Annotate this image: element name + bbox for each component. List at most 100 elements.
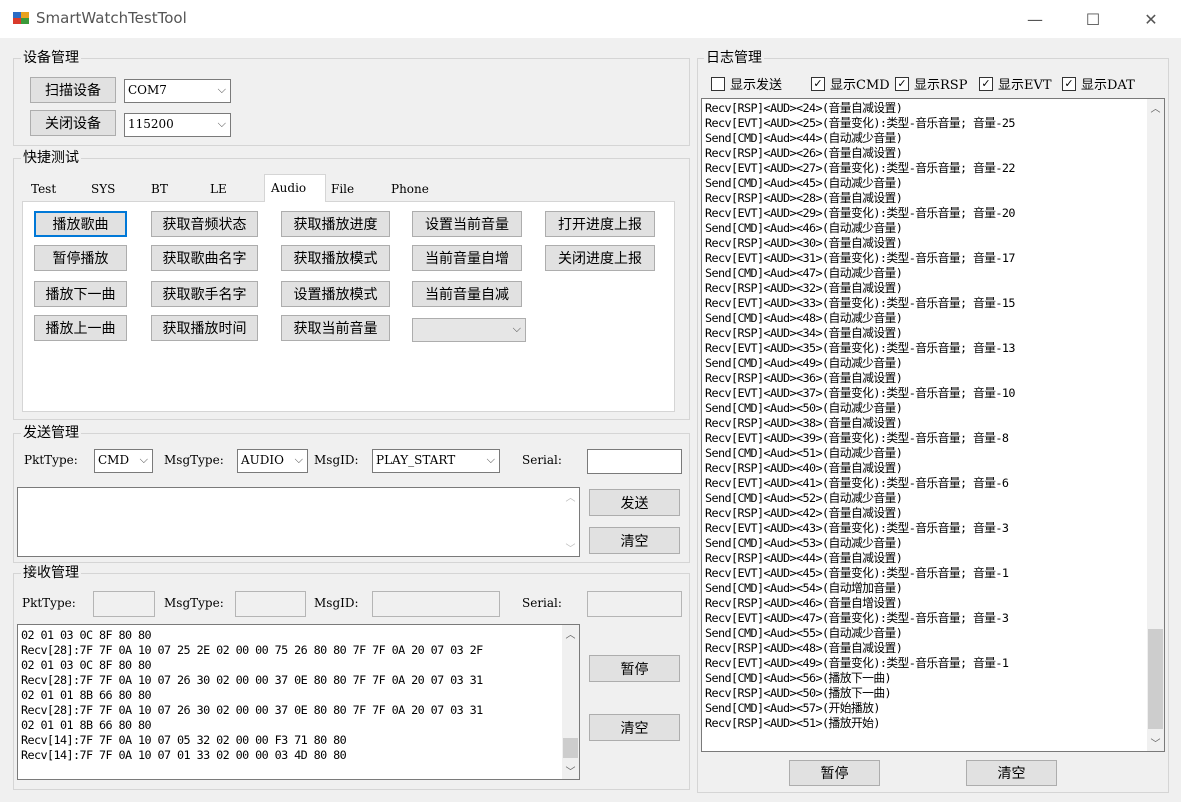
- send-button[interactable]: 发送: [589, 489, 680, 516]
- recv-msgtype-field: [235, 591, 306, 617]
- send-clear-button[interactable]: 清空: [589, 527, 680, 554]
- recv-pause-button[interactable]: 暂停: [589, 655, 680, 682]
- volume-down-button[interactable]: 当前音量自减: [412, 281, 522, 307]
- log-line: Recv[EVT]<AUD><25>(音量变化):类型-音乐音量; 音量-25: [705, 116, 1016, 130]
- tab-audio[interactable]: Audio: [264, 174, 326, 202]
- quick-test-title: 快捷测试: [21, 150, 81, 166]
- send-pkttype-label: PktType:: [24, 453, 78, 467]
- tab-le[interactable]: LE: [205, 178, 262, 201]
- set-volume-button[interactable]: 设置当前音量: [412, 211, 522, 237]
- log-line: Send[CMD]<Aud><52>(自动减少音量): [705, 491, 903, 505]
- recv-clear-button[interactable]: 清空: [589, 714, 680, 741]
- scroll-thumb[interactable]: [1148, 629, 1163, 729]
- set-play-mode-button[interactable]: 设置播放模式: [281, 281, 390, 307]
- scan-device-button[interactable]: 扫描设备: [30, 77, 116, 103]
- scroll-thumb[interactable]: [563, 738, 578, 758]
- log-line: Send[CMD]<Aud><56>(播放下一曲): [705, 671, 892, 685]
- pause-play-button[interactable]: 暂停播放: [34, 245, 127, 271]
- open-progress-report-button[interactable]: 打开进度上报: [545, 211, 655, 237]
- send-group-title: 发送管理: [21, 425, 81, 441]
- tab-bt[interactable]: BT: [146, 178, 203, 201]
- log-line: Recv[RSP]<AUD><44>(音量自减设置): [705, 551, 903, 565]
- log-line: Recv[EVT]<AUD><39>(音量变化):类型-音乐音量; 音量-8: [705, 431, 1009, 445]
- log-line: Recv[RSP]<AUD><46>(音量自增设置): [705, 596, 903, 610]
- recv-data-textarea[interactable]: 02 01 03 0C 8F 80 80 Recv[28]:7F 7F 0A 10…: [17, 624, 580, 780]
- log-line: Send[CMD]<Aud><44>(自动减少音量): [705, 131, 903, 145]
- title-bar: SmartWatchTestTool — ☐ ✕: [0, 0, 1181, 38]
- log-line: Recv[RSP]<AUD><30>(音量自减设置): [705, 236, 903, 250]
- get-current-volume-button[interactable]: 获取当前音量: [281, 315, 390, 341]
- log-group-title: 日志管理: [704, 50, 764, 66]
- close-button[interactable]: ✕: [1122, 0, 1180, 38]
- baud-select[interactable]: 115200 ⌵: [124, 113, 231, 137]
- get-play-time-button[interactable]: 获取播放时间: [151, 315, 258, 341]
- log-line: Recv[RSP]<AUD><26>(音量自减设置): [705, 146, 903, 160]
- close-progress-report-button[interactable]: 关闭进度上报: [545, 245, 655, 271]
- play-next-button[interactable]: 播放下一曲: [34, 281, 127, 307]
- check-icon: ✓: [811, 76, 825, 91]
- minimize-button[interactable]: —: [1006, 0, 1064, 38]
- volume-up-button[interactable]: 当前音量自增: [412, 245, 522, 271]
- tab-file[interactable]: File: [326, 178, 386, 201]
- play-mode-select[interactable]: ⌵: [412, 318, 526, 342]
- send-payload-textarea[interactable]: ︿ ﹀: [17, 487, 580, 557]
- log-scrollbar[interactable]: ︿ ﹀: [1147, 99, 1164, 751]
- log-line: Send[CMD]<Aud><50>(自动减少音量): [705, 401, 903, 415]
- log-textarea[interactable]: Recv[RSP]<AUD><24>(音量自减设置) Recv[EVT]<AUD>…: [701, 98, 1165, 752]
- recv-line: 02 01 03 0C 8F 80 80: [21, 658, 152, 672]
- log-line: Send[CMD]<Aud><48>(自动减少音量): [705, 311, 903, 325]
- scroll-down-icon: ﹀: [565, 767, 576, 778]
- chevron-down-icon: ⌵: [512, 322, 521, 335]
- play-song-button[interactable]: 播放歌曲: [34, 211, 127, 237]
- log-line: Recv[RSP]<AUD><34>(音量自减设置): [705, 326, 903, 340]
- log-pause-button[interactable]: 暂停: [789, 760, 880, 786]
- filter-show-rsp[interactable]: ✓ 显示RSP: [895, 74, 967, 93]
- filter-label: 显示EVT: [998, 78, 1052, 93]
- get-play-progress-button[interactable]: 获取播放进度: [281, 211, 390, 237]
- log-line: Recv[RSP]<AUD><36>(音量自减设置): [705, 371, 903, 385]
- filter-show-send[interactable]: 显示发送: [711, 74, 782, 93]
- log-line: Recv[EVT]<AUD><45>(音量变化):类型-音乐音量; 音量-1: [705, 566, 1009, 580]
- send-msgtype-select[interactable]: AUDIO ⌵: [237, 449, 308, 473]
- get-audio-status-button[interactable]: 获取音频状态: [151, 211, 258, 237]
- chevron-down-icon: ⌵: [294, 453, 303, 466]
- recv-line: Recv[28]:7F 7F 0A 10 07 26 30 02 00 00 3…: [21, 703, 483, 717]
- log-line: Send[CMD]<Aud><57>(开始播放): [705, 701, 880, 715]
- filter-show-dat[interactable]: ✓ 显示DAT: [1062, 74, 1135, 93]
- recv-line: 02 01 01 8B 66 80 80: [21, 718, 152, 732]
- send-msgid-label: MsgID:: [314, 453, 359, 467]
- recv-line: 02 01 03 0C 8F 80 80: [21, 628, 152, 642]
- log-line: Recv[RSP]<AUD><50>(播放下一曲): [705, 686, 892, 700]
- log-line: Recv[EVT]<AUD><37>(音量变化):类型-音乐音量; 音量-10: [705, 386, 1016, 400]
- send-scrollbar[interactable]: ︿ ﹀: [562, 488, 579, 556]
- log-clear-button[interactable]: 清空: [966, 760, 1057, 786]
- log-line: Send[CMD]<Aud><51>(自动减少音量): [705, 446, 903, 460]
- maximize-icon: ☐: [1085, 9, 1101, 29]
- scroll-up-icon: ︿: [1150, 104, 1161, 115]
- get-singer-name-button[interactable]: 获取歌手名字: [151, 281, 258, 307]
- send-pkttype-select[interactable]: CMD ⌵: [94, 449, 153, 473]
- recv-scrollbar[interactable]: ︿ ﹀: [562, 625, 579, 779]
- check-icon: ✓: [979, 76, 993, 91]
- filter-show-cmd[interactable]: ✓ 显示CMD: [811, 74, 890, 93]
- get-song-name-button[interactable]: 获取歌曲名字: [151, 245, 258, 271]
- send-serial-input[interactable]: [587, 449, 682, 474]
- tab-test[interactable]: Test: [26, 178, 86, 201]
- filter-label: 显示DAT: [1081, 78, 1135, 93]
- tab-sys[interactable]: SYS: [86, 178, 146, 201]
- send-msgtype-value: AUDIO: [241, 453, 284, 467]
- get-play-mode-button[interactable]: 获取播放模式: [281, 245, 390, 271]
- send-msgid-select[interactable]: PLAY_START ⌵: [372, 449, 500, 473]
- port-value: COM7: [128, 83, 167, 97]
- maximize-button[interactable]: ☐: [1064, 0, 1122, 38]
- close-device-button[interactable]: 关闭设备: [30, 110, 116, 136]
- chevron-down-icon: ⌵: [217, 83, 226, 96]
- recv-msgid-label: MsgID:: [314, 596, 359, 610]
- port-select[interactable]: COM7 ⌵: [124, 79, 231, 103]
- filter-show-evt[interactable]: ✓ 显示EVT: [979, 74, 1052, 93]
- recv-lines: 02 01 03 0C 8F 80 80 Recv[28]:7F 7F 0A 10…: [21, 628, 483, 763]
- send-msgtype-label: MsgType:: [164, 453, 224, 467]
- tab-phone[interactable]: Phone: [386, 178, 440, 201]
- recv-group-title: 接收管理: [21, 565, 81, 581]
- play-previous-button[interactable]: 播放上一曲: [34, 315, 127, 341]
